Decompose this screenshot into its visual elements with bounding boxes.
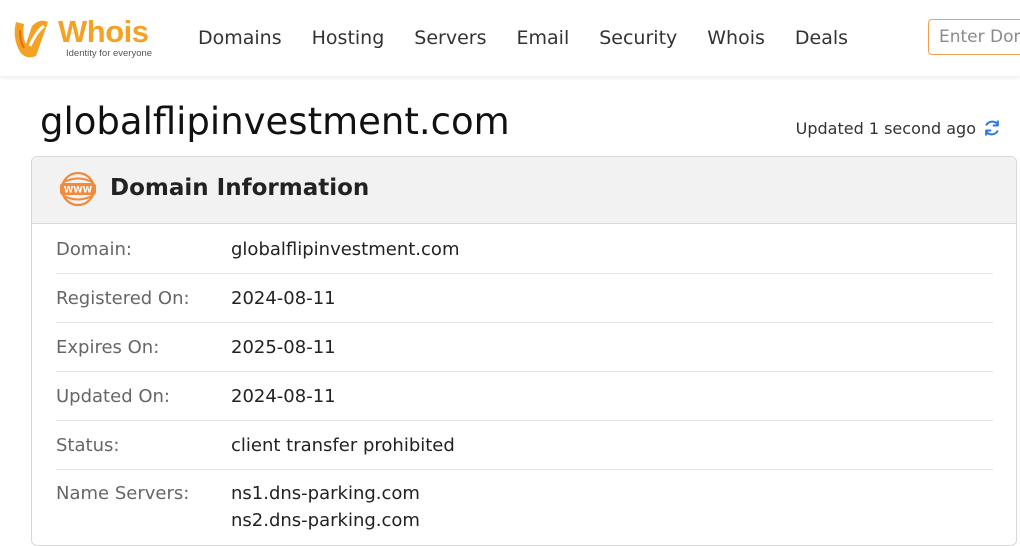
site-header: Whois Identity for everyone Domains Host… [0, 0, 1020, 76]
row-label: Registered On: [56, 287, 190, 309]
row-label: Updated On: [56, 385, 170, 407]
refresh-icon[interactable] [982, 118, 1002, 138]
www-icon: WWW [60, 171, 96, 207]
row-value: globalflipinvestment.com [231, 238, 460, 260]
nav-item-security[interactable]: Security [599, 26, 677, 50]
name-server-item: ns2.dns-parking.com [231, 510, 420, 531]
row-value: client transfer prohibited [231, 434, 455, 456]
nav-item-domains[interactable]: Domains [198, 26, 282, 50]
updated-text: Updated 1 second ago [795, 118, 976, 138]
nav-item-hosting[interactable]: Hosting [312, 26, 385, 50]
logo-tagline: Identity for everyone [66, 48, 153, 59]
page-title: globalflipinvestment.com [40, 100, 510, 143]
info-row-status: Status: client transfer prohibited [56, 421, 993, 470]
row-value: 2024-08-11 [231, 287, 336, 309]
nav-item-whois[interactable]: Whois [707, 26, 765, 50]
info-row-registered: Registered On: 2024-08-11 [56, 274, 993, 323]
card-header: WWW Domain Information [32, 157, 1016, 224]
logo-wordmark: Whois [58, 14, 149, 49]
row-value: 2024-08-11 [231, 385, 336, 407]
info-row-expires: Expires On: 2025-08-11 [56, 323, 993, 372]
nav-item-email[interactable]: Email [517, 26, 570, 50]
row-label: Expires On: [56, 336, 160, 358]
nav-item-servers[interactable]: Servers [414, 26, 486, 50]
name-server-item: ns1.dns-parking.com [231, 483, 420, 504]
info-row-domain: Domain: globalflipinvestment.com [56, 225, 993, 274]
domain-search-input[interactable] [928, 19, 1020, 55]
row-value: 2025-08-11 [231, 336, 336, 358]
name-server-list: ns1.dns-parking.com ns2.dns-parking.com [231, 482, 420, 535]
domain-info-table: Domain: globalflipinvestment.com Registe… [56, 225, 993, 535]
whois-logo[interactable]: Whois Identity for everyone [10, 14, 170, 62]
updated-status: Updated 1 second ago [796, 118, 1002, 138]
nav-item-deals[interactable]: Deals [795, 26, 848, 50]
main-nav: Domains Hosting Servers Email Security W… [198, 26, 878, 50]
svg-text:WWW: WWW [64, 186, 93, 196]
info-row-name-servers: Name Servers: ns1.dns-parking.com ns2.dn… [56, 470, 993, 535]
row-label: Status: [56, 434, 120, 456]
row-label: Name Servers: [56, 483, 190, 504]
domain-information-card: WWW Domain Information Domain: globalfli… [31, 156, 1017, 546]
card-title: Domain Information [110, 175, 370, 201]
row-label: Domain: [56, 238, 132, 260]
logo-mark-icon [14, 20, 49, 58]
info-row-updated: Updated On: 2024-08-11 [56, 372, 993, 421]
